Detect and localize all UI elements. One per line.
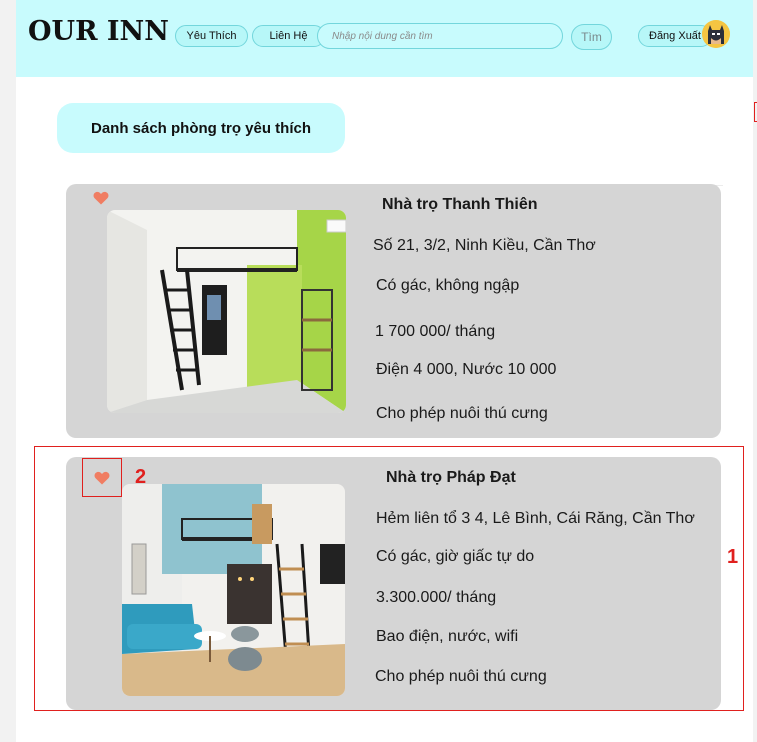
- page-title: Danh sách phòng trọ yêu thích: [57, 103, 345, 153]
- room-pets: Cho phép nuôi thú cưng: [376, 405, 548, 422]
- nav-contact-button[interactable]: Liên Hệ: [252, 25, 325, 47]
- room-photo: [107, 210, 346, 413]
- heart-icon[interactable]: [93, 191, 109, 205]
- room-address: Số 21, 3/2, Ninh Kiều, Cần Thơ: [373, 237, 596, 254]
- room-feature: Có gác, không ngập: [376, 277, 520, 294]
- nav-favorites-button[interactable]: Yêu Thích: [175, 25, 248, 47]
- batman-avatar-icon[interactable]: [702, 20, 730, 48]
- annotation-box-heart: [82, 458, 122, 497]
- search-button[interactable]: Tìm: [571, 24, 612, 50]
- site-logo[interactable]: OUR INN: [28, 16, 169, 47]
- annotation-label-2: 2: [135, 466, 147, 488]
- search-input[interactable]: [317, 23, 563, 49]
- room-utilities: Điện 4 000, Nước 10 000: [376, 361, 557, 378]
- annotation-label-1: 1: [727, 546, 739, 568]
- logout-button[interactable]: Đăng Xuất: [638, 25, 712, 47]
- room-price: 1 700 000/ tháng: [375, 323, 496, 340]
- room-name[interactable]: Nhà trọ Thanh Thiên: [382, 196, 538, 214]
